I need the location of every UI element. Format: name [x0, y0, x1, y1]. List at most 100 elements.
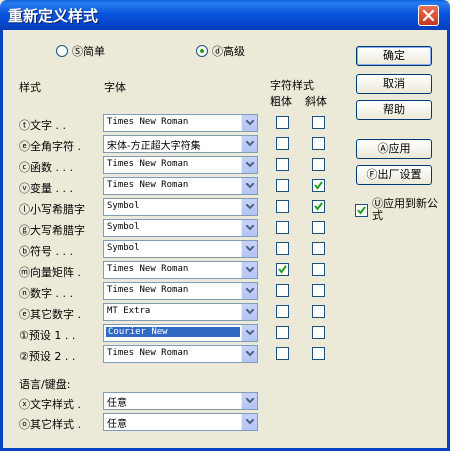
- title-bar[interactable]: 重新定义样式: [0, 0, 450, 30]
- cancel-button[interactable]: 取消: [356, 74, 432, 94]
- italic-checkbox[interactable]: [312, 116, 325, 129]
- dropdown-arrow[interactable]: [241, 346, 257, 362]
- font-dropdown[interactable]: MT Extra: [103, 303, 258, 321]
- style-row-label: ②预设 2 . .: [19, 350, 76, 363]
- chevron-down-icon: [246, 246, 254, 252]
- chevron-down-icon: [246, 351, 254, 357]
- style-row-label: ⓑ符号 . . .: [19, 245, 73, 258]
- advanced-mode-label[interactable]: ⓓ高级: [212, 43, 245, 59]
- text-style-dropdown[interactable]: 任意: [103, 392, 258, 410]
- bold-column-header: 粗体: [270, 95, 292, 108]
- checkmark-icon: [278, 265, 287, 274]
- bold-checkbox[interactable]: [276, 221, 289, 234]
- font-value: 宋体-方正超大字符集: [107, 141, 201, 152]
- other-style-label: ⓞ其它样式 .: [19, 418, 81, 431]
- dropdown-arrow[interactable]: [241, 325, 257, 341]
- font-column-header: 字体: [104, 81, 126, 94]
- checkmark-icon: [314, 202, 323, 211]
- style-row-label: ⓔ全角字符 .: [19, 140, 81, 153]
- italic-checkbox[interactable]: [312, 305, 325, 318]
- font-value: Symbol: [107, 201, 140, 211]
- dropdown-arrow[interactable]: [241, 393, 257, 409]
- dropdown-arrow[interactable]: [241, 241, 257, 257]
- font-dropdown[interactable]: 宋体-方正超大字符集: [103, 135, 258, 153]
- style-column-header: 样式: [19, 81, 41, 94]
- bold-checkbox[interactable]: [276, 326, 289, 339]
- dropdown-arrow[interactable]: [241, 283, 257, 299]
- font-dropdown[interactable]: Times New Roman: [103, 114, 258, 132]
- dropdown-arrow[interactable]: [241, 178, 257, 194]
- style-row-label: ⓛ小写希腊字: [19, 203, 85, 216]
- font-value: Symbol: [107, 222, 140, 232]
- ok-button[interactable]: 确定: [356, 46, 432, 66]
- bold-checkbox[interactable]: [276, 116, 289, 129]
- italic-checkbox[interactable]: [312, 200, 325, 213]
- italic-checkbox[interactable]: [312, 326, 325, 339]
- italic-checkbox[interactable]: [312, 158, 325, 171]
- style-row-label: ⓖ大写希腊字: [19, 224, 85, 237]
- dropdown-arrow[interactable]: [241, 304, 257, 320]
- simple-mode-radio[interactable]: [56, 45, 68, 57]
- italic-checkbox[interactable]: [312, 179, 325, 192]
- bold-checkbox[interactable]: [276, 137, 289, 150]
- dropdown-arrow[interactable]: [241, 199, 257, 215]
- factory-settings-button[interactable]: Ⓕ出厂设置: [356, 165, 432, 185]
- chevron-down-icon: [246, 330, 254, 336]
- help-button[interactable]: 帮助: [356, 100, 432, 120]
- italic-checkbox[interactable]: [312, 284, 325, 297]
- style-row-label: ⓒ函数 . . .: [19, 161, 73, 174]
- close-button[interactable]: [418, 5, 439, 26]
- font-dropdown[interactable]: Times New Roman: [103, 345, 258, 363]
- font-value: Times New Roman: [107, 180, 189, 190]
- window-title: 重新定义样式: [8, 7, 99, 25]
- other-style-value: 任意: [107, 419, 127, 430]
- font-value: Times New Roman: [107, 117, 189, 127]
- bold-checkbox[interactable]: [276, 284, 289, 297]
- style-row-label: ⓝ数字 . . .: [19, 287, 73, 300]
- style-row-label: ⓔ其它数字 .: [19, 308, 81, 321]
- italic-column-header: 斜体: [305, 95, 327, 108]
- italic-checkbox[interactable]: [312, 263, 325, 276]
- dropdown-arrow[interactable]: [241, 157, 257, 173]
- dropdown-arrow[interactable]: [241, 220, 257, 236]
- font-dropdown[interactable]: Times New Roman: [103, 156, 258, 174]
- font-dropdown[interactable]: Times New Roman: [103, 282, 258, 300]
- font-value: MT Extra: [107, 306, 151, 316]
- apply-button[interactable]: Ⓐ应用: [356, 139, 432, 159]
- chevron-down-icon: [246, 398, 254, 404]
- checkmark-icon: [357, 206, 366, 215]
- bold-checkbox[interactable]: [276, 305, 289, 318]
- bold-checkbox[interactable]: [276, 158, 289, 171]
- italic-checkbox[interactable]: [312, 221, 325, 234]
- apply-new-label[interactable]: Ⓤ应用到新公式: [372, 198, 442, 222]
- font-dropdown[interactable]: Times New Roman: [103, 177, 258, 195]
- simple-mode-label[interactable]: Ⓢ简单: [72, 43, 105, 59]
- bold-checkbox[interactable]: [276, 200, 289, 213]
- font-dropdown[interactable]: Symbol: [103, 219, 258, 237]
- italic-checkbox[interactable]: [312, 242, 325, 255]
- font-value: Times New Roman: [107, 348, 189, 358]
- font-value: Times New Roman: [107, 264, 189, 274]
- bold-checkbox[interactable]: [276, 242, 289, 255]
- dropdown-arrow[interactable]: [241, 136, 257, 152]
- chevron-down-icon: [246, 225, 254, 231]
- bold-checkbox[interactable]: [276, 263, 289, 276]
- bold-checkbox[interactable]: [276, 179, 289, 192]
- other-style-dropdown[interactable]: 任意: [103, 413, 258, 431]
- font-dropdown[interactable]: Courier New: [103, 324, 258, 342]
- dropdown-arrow[interactable]: [241, 115, 257, 131]
- font-dropdown[interactable]: Times New Roman: [103, 261, 258, 279]
- font-dropdown[interactable]: Symbol: [103, 240, 258, 258]
- font-value: Symbol: [107, 243, 140, 253]
- advanced-mode-radio[interactable]: [196, 45, 208, 57]
- language-keyboard-header: 语言/键盘:: [19, 378, 71, 391]
- dropdown-arrow[interactable]: [241, 414, 257, 430]
- style-row-label: ⓥ变量 . . .: [19, 182, 73, 195]
- bold-checkbox[interactable]: [276, 347, 289, 360]
- dropdown-arrow[interactable]: [241, 262, 257, 278]
- font-value: Courier New: [105, 326, 241, 338]
- apply-new-checkbox[interactable]: [355, 204, 368, 217]
- italic-checkbox[interactable]: [312, 137, 325, 150]
- font-dropdown[interactable]: Symbol: [103, 198, 258, 216]
- italic-checkbox[interactable]: [312, 347, 325, 360]
